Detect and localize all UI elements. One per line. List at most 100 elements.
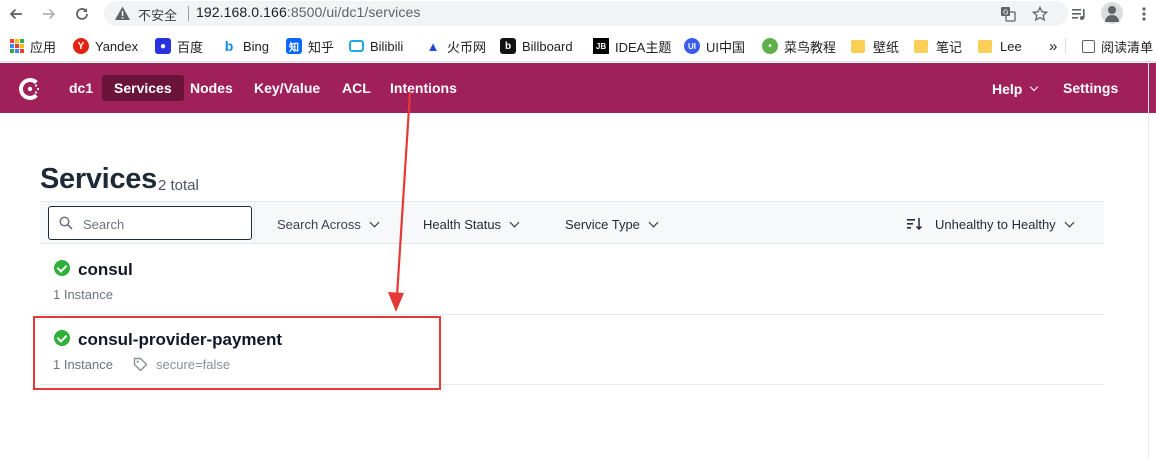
services-count: 2 total — [158, 177, 199, 194]
ui-china-icon: UI — [684, 38, 700, 54]
nav-services[interactable]: Services — [102, 75, 184, 101]
bookmarks-bar: 应用 Y Yandex ● 百度 b Bing 知 知乎 Bilibili ▲ … — [0, 28, 1156, 62]
reload-icon[interactable] — [71, 3, 93, 25]
chevron-down-icon — [509, 217, 520, 227]
bookmark-folder-wallpaper[interactable]: 壁纸 — [851, 37, 899, 55]
folder-icon — [914, 39, 928, 53]
url-host: 192.168.0.166 — [196, 4, 287, 20]
baidu-paw-icon: ● — [155, 38, 171, 54]
bookmark-label: Bing — [243, 38, 270, 54]
bookmark-label: 知乎 — [308, 39, 335, 55]
bookmark-label: Billboard — [522, 38, 573, 54]
page-title: Services — [40, 163, 157, 195]
billboard-icon: b — [500, 38, 516, 54]
service-type-dropdown[interactable]: Service Type — [565, 215, 659, 233]
bookmark-label: Lee — [1000, 38, 1022, 54]
insecure-label: 不安全 — [138, 8, 178, 23]
chevron-down-icon — [1030, 82, 1039, 92]
bookmark-label: 阅读清单 — [1101, 39, 1154, 55]
bookmark-zhihu[interactable]: 知 知乎 — [286, 37, 334, 55]
search-input[interactable] — [83, 215, 243, 233]
chevron-down-icon — [369, 217, 380, 227]
help-menu[interactable]: Help — [980, 76, 1049, 102]
bookmark-bilibili[interactable]: Bilibili — [349, 37, 403, 55]
profile-avatar[interactable] — [1101, 2, 1123, 24]
media-queue-icon[interactable] — [1068, 3, 1090, 25]
instance-count: 1 Instance — [53, 287, 113, 302]
search-across-label: Search Across — [277, 216, 361, 232]
forward-arrow-icon[interactable] — [38, 3, 60, 25]
nav-acl[interactable]: ACL — [330, 75, 383, 101]
yandex-icon: Y — [73, 38, 89, 54]
zhihu-icon: 知 — [286, 38, 302, 54]
star-bookmark-icon[interactable] — [1031, 5, 1049, 23]
bookmark-reading-list[interactable]: 阅读清单 — [1082, 37, 1153, 55]
bookmark-runoob[interactable]: • 菜鸟教程 — [762, 37, 836, 55]
bookmark-label: Bilibili — [370, 38, 404, 54]
warning-triangle-icon — [115, 6, 130, 20]
consul-logo-icon[interactable] — [15, 74, 45, 104]
bookmark-folder-notes[interactable]: 笔记 — [914, 37, 962, 55]
bookmarks-divider — [1065, 38, 1066, 54]
bookmark-label: 百度 — [177, 39, 204, 55]
bookmark-billboard[interactable]: b Billboard — [500, 37, 573, 55]
filter-divider — [254, 202, 255, 244]
back-arrow-icon[interactable] — [5, 3, 27, 25]
nav-key-value[interactable]: Key/Value — [242, 75, 332, 101]
bookmark-idea[interactable]: JB IDEA主题 — [593, 37, 671, 55]
bookmark-label: IDEA主题 — [615, 39, 672, 55]
page-edge-divider — [1148, 63, 1149, 459]
folder-icon — [851, 39, 865, 53]
bookmark-label: 笔记 — [936, 39, 963, 55]
passing-check-icon — [54, 260, 70, 276]
search-icon — [59, 216, 73, 230]
runoob-icon: • — [762, 38, 778, 54]
bookmark-yandex[interactable]: Y Yandex — [73, 37, 138, 55]
sort-dropdown[interactable]: Unhealthy to Healthy — [907, 215, 1075, 233]
help-label: Help — [992, 81, 1023, 97]
url-text[interactable]: 192.168.0.166:8500/ui/dc1/services — [196, 4, 420, 20]
search-field[interactable] — [48, 206, 252, 240]
address-bar[interactable]: 不安全 192.168.0.166:8500/ui/dc1/services G — [104, 1, 1068, 26]
nav-intentions[interactable]: Intentions — [378, 75, 469, 101]
bookmark-label: 壁纸 — [873, 39, 900, 55]
folder-icon — [978, 39, 992, 53]
sort-label: Unhealthy to Healthy — [935, 216, 1056, 232]
huobi-flame-icon: ▲ — [425, 38, 441, 54]
service-row[interactable]: consul 1 Instance — [40, 245, 1104, 315]
reading-list-icon — [1082, 39, 1095, 53]
datacenter-selector[interactable]: dc1 — [57, 75, 105, 101]
chevron-down-icon — [648, 217, 659, 227]
bookmark-baidu[interactable]: ● 百度 — [155, 37, 203, 55]
url-path: :8500/ui/dc1/services — [286, 4, 421, 20]
bookmark-bing[interactable]: b Bing — [221, 37, 269, 55]
omnibox-divider — [188, 6, 189, 21]
bookmark-folder-lee[interactable]: Lee — [978, 37, 1022, 55]
bookmark-apps[interactable]: 应用 — [10, 37, 56, 55]
annotation-highlight-box — [33, 316, 441, 390]
apps-grid-icon — [10, 39, 24, 53]
service-name[interactable]: consul — [78, 260, 133, 280]
svg-text:G: G — [1003, 9, 1008, 17]
filter-bar: Search Across Health Status Service Type… — [40, 201, 1104, 244]
nav-nodes[interactable]: Nodes — [178, 75, 245, 101]
settings-link[interactable]: Settings — [1051, 75, 1130, 101]
bilibili-tv-icon — [349, 40, 364, 52]
health-status-label: Health Status — [423, 216, 502, 232]
health-status-dropdown[interactable]: Health Status — [423, 215, 520, 233]
jetbrains-icon: JB — [593, 38, 609, 54]
translate-icon[interactable]: G — [999, 5, 1017, 23]
service-type-label: Service Type — [565, 216, 640, 232]
bookmark-label: UI中国 — [706, 39, 746, 55]
bookmark-huobi[interactable]: ▲ 火币网 — [425, 37, 486, 55]
browser-toolbar: 不安全 192.168.0.166:8500/ui/dc1/services G — [0, 0, 1156, 28]
bookmark-label: 菜鸟教程 — [784, 39, 837, 55]
bookmark-label: 火币网 — [447, 39, 487, 55]
bookmark-uichina[interactable]: UI UI中国 — [684, 37, 745, 55]
bookmark-label: 应用 — [30, 39, 57, 55]
more-vert-icon[interactable] — [1133, 3, 1155, 25]
sort-icon — [907, 218, 923, 231]
bookmarks-overflow-button[interactable]: » — [1049, 37, 1057, 55]
search-across-dropdown[interactable]: Search Across — [277, 215, 380, 233]
consul-header: dc1 Services Nodes Key/Value ACL Intenti… — [0, 63, 1156, 113]
